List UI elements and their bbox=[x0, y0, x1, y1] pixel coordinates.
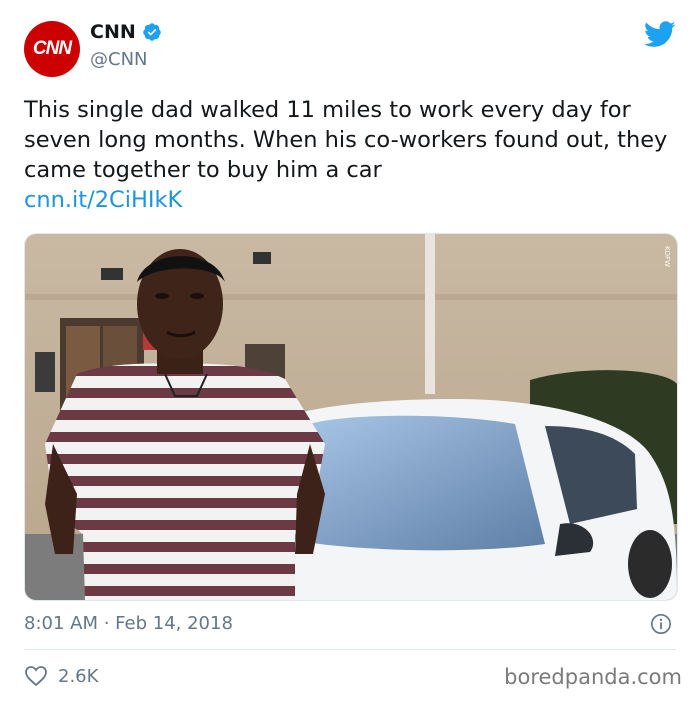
tweet-timestamp[interactable]: 8:01 AM · Feb 14, 2018 bbox=[24, 613, 233, 634]
kdfw-badge: KDFW bbox=[663, 246, 671, 267]
divider bbox=[24, 649, 676, 650]
tweet-body: This single dad walked 11 miles to work … bbox=[24, 97, 668, 183]
avatar[interactable]: CNN bbox=[24, 21, 80, 77]
info-icon[interactable] bbox=[650, 613, 672, 635]
watermark: boredpanda.com bbox=[504, 665, 682, 689]
heart-icon bbox=[25, 666, 47, 687]
handle[interactable]: @CNN bbox=[90, 49, 148, 70]
verified-badge-icon bbox=[142, 23, 161, 41]
tweet-text: This single dad walked 11 miles to work … bbox=[24, 95, 676, 215]
display-name-text: CNN bbox=[90, 21, 136, 43]
display-name[interactable]: CNN bbox=[90, 21, 162, 43]
tweet-link[interactable]: cnn.it/2CiHIkK bbox=[24, 185, 676, 215]
tweet-photo[interactable]: KDFW bbox=[24, 233, 678, 601]
cnn-logo: CNN bbox=[32, 38, 72, 59]
like-button[interactable]: 2.6K bbox=[24, 665, 98, 687]
twitter-bird-icon[interactable] bbox=[644, 21, 676, 48]
photo-illustration: KDFW bbox=[25, 234, 677, 600]
like-count: 2.6K bbox=[58, 665, 99, 687]
